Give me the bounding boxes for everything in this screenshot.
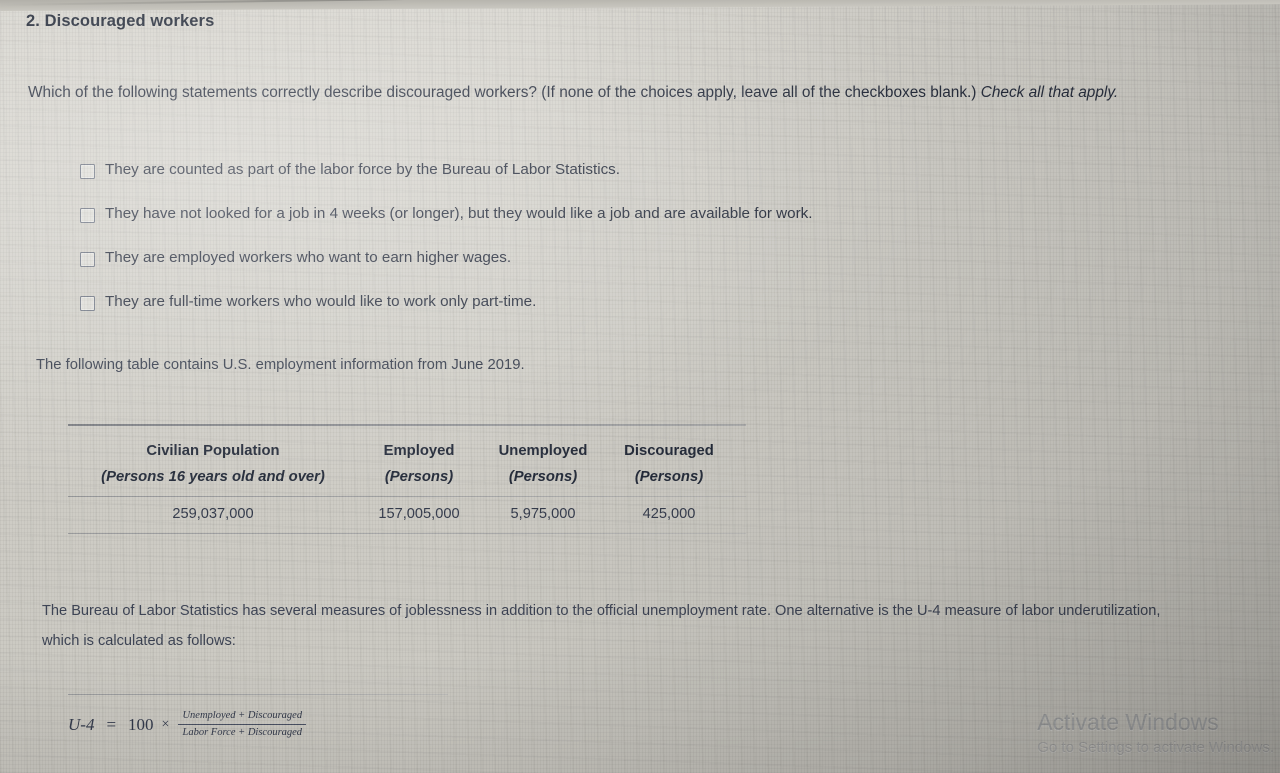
table-header-row: Civilian Population (Persons 16 years ol… (68, 426, 746, 496)
u4-formula: U-4 = 100 × Unemployed + Discouraged Lab… (68, 695, 448, 740)
table-header-cell: Employed (Persons) (358, 438, 480, 490)
table-row: 259,037,000 157,005,000 5,975,000 425,00… (68, 497, 746, 533)
monitor-bezel-line (0, 0, 1280, 6)
formula-equals: = (106, 714, 117, 734)
choice-label: They are full-time workers who would lik… (105, 293, 537, 310)
checkbox-icon[interactable] (80, 164, 95, 179)
formula-numerator: Unemployed + Discouraged (182, 710, 303, 722)
question-prompt-emphasis: Check all that apply. (980, 84, 1119, 101)
question-prompt: Which of the following statements correc… (28, 78, 1188, 107)
choice-option-2[interactable]: They have not looked for a job in 4 week… (80, 204, 1080, 248)
table-bottom-rule (68, 532, 746, 534)
table-header-line2: (Persons 16 years old and over) (101, 468, 325, 485)
table-header-line2: (Persons) (634, 468, 704, 485)
table-header-cell: Unemployed (Persons) (480, 438, 606, 490)
page-title: 2. Discouraged workers (26, 12, 215, 30)
choice-label: They are employed workers who want to ea… (105, 249, 512, 266)
formula-times-sign: × (161, 716, 170, 732)
table-cell: 157,005,000 (378, 505, 460, 522)
table-header-line1: Civilian Population (146, 442, 280, 459)
table-cell: 5,975,000 (510, 505, 576, 522)
choice-option-3[interactable]: They are employed workers who want to ea… (80, 248, 1080, 292)
screen-photo: 2. Discouraged workers Which of the foll… (0, 0, 1280, 773)
table-header-cell: Civilian Population (Persons 16 years ol… (68, 438, 358, 490)
formula-denominator: Labor Force + Discouraged (182, 727, 303, 739)
table-header-cell: Discouraged (Persons) (606, 438, 732, 490)
assignment-content: 2. Discouraged workers Which of the foll… (0, 0, 1280, 773)
bls-paragraph: The Bureau of Labor Statistics has sever… (42, 603, 1161, 649)
employment-data-table: Civilian Population (Persons 16 years ol… (68, 424, 746, 534)
checkbox-icon[interactable] (80, 252, 95, 267)
question-prompt-main: Which of the following statements correc… (28, 84, 981, 101)
formula-coefficient: 100 (128, 714, 154, 734)
table-header-line2: (Persons) (508, 468, 578, 485)
choice-label: They are counted as part of the labor fo… (105, 161, 620, 178)
table-header-line1: Unemployed (498, 442, 588, 459)
table-intro-text: The following table contains U.S. employ… (36, 357, 525, 373)
choice-option-4[interactable]: They are full-time workers who would lik… (80, 292, 1080, 336)
formula-lhs: U-4 (68, 714, 95, 734)
table-header-line2: (Persons) (384, 468, 454, 485)
table-header-line1: Discouraged (624, 442, 714, 459)
table-cell: 425,000 (642, 505, 696, 522)
formula-fraction: Unemployed + Discouraged Labor Force + D… (178, 709, 307, 740)
watermark-subtitle: Go to Settings to activate Windows. (1037, 739, 1274, 756)
checkbox-icon[interactable] (80, 296, 95, 311)
watermark-title: Activate Windows (1037, 709, 1219, 735)
table-cell: 259,037,000 (172, 505, 254, 522)
choice-label: They have not looked for a job in 4 week… (105, 205, 813, 222)
choice-option-1[interactable]: They are counted as part of the labor fo… (80, 160, 1080, 204)
table-header-line1: Employed (383, 442, 455, 459)
choice-list: They are counted as part of the labor fo… (80, 160, 1080, 336)
windows-activation-watermark: Activate Windows Go to Settings to activ… (1037, 707, 1274, 759)
checkbox-icon[interactable] (80, 208, 95, 223)
u4-formula-block: U-4 = 100 × Unemployed + Discouraged Lab… (68, 694, 448, 740)
